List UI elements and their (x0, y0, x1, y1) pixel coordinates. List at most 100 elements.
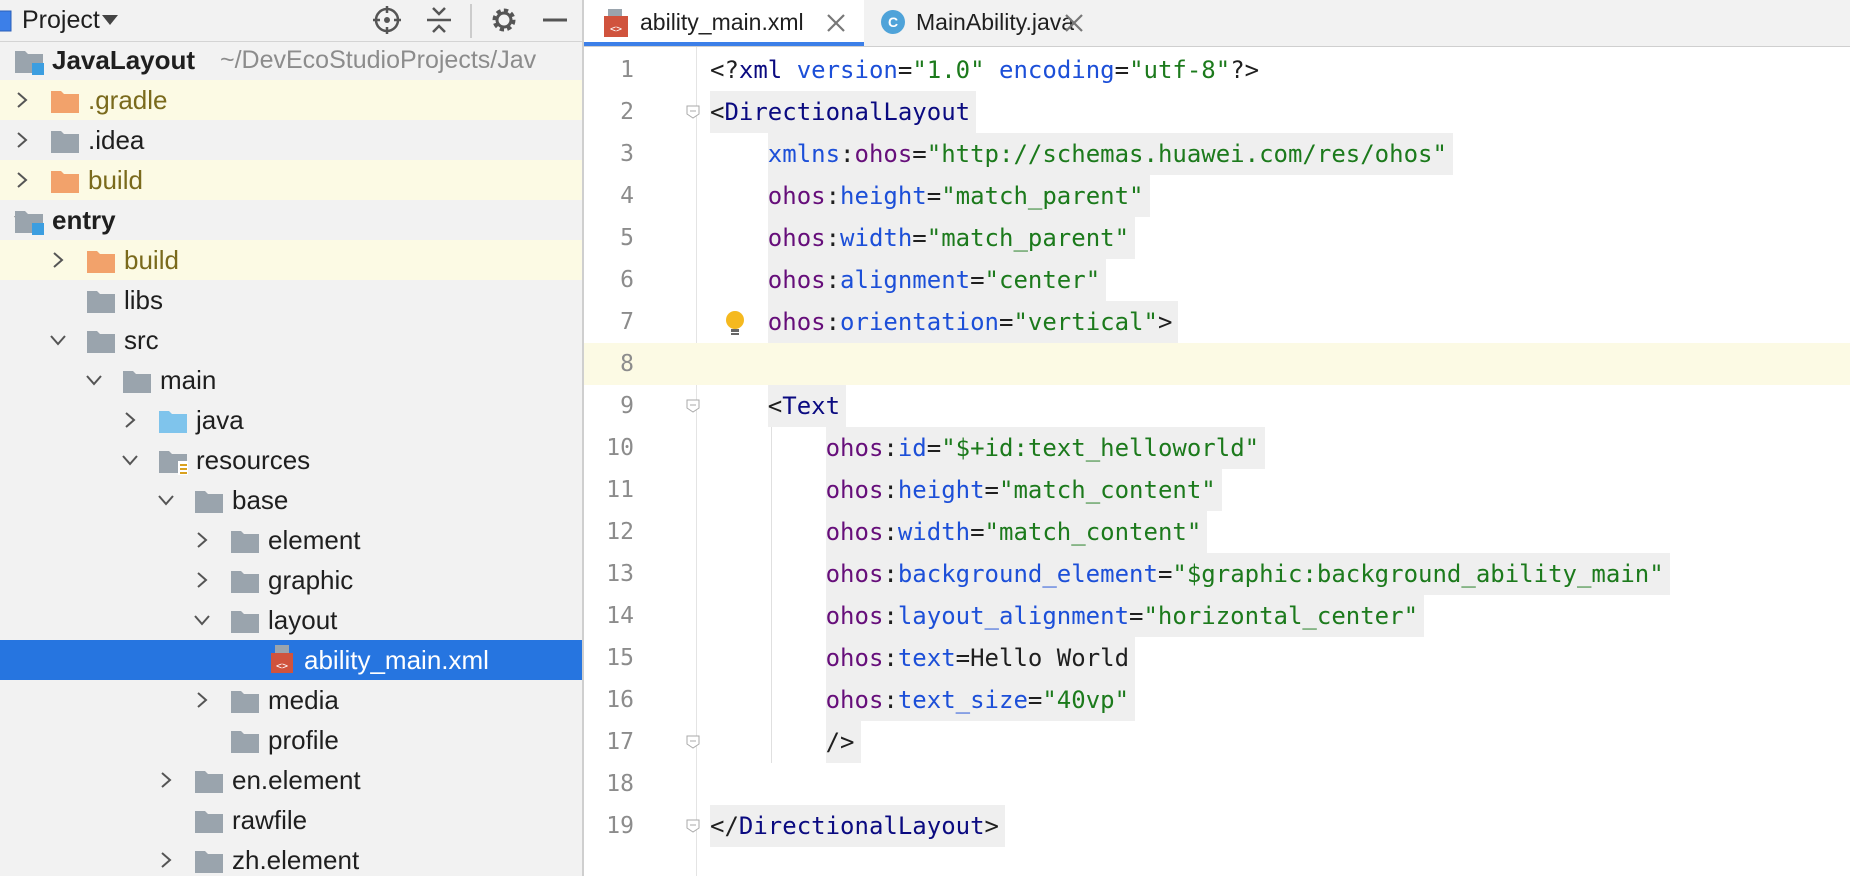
code-token: "center" (984, 266, 1101, 294)
chevron-right-icon[interactable] (119, 409, 141, 431)
tree-item-resources[interactable]: resources (0, 440, 582, 480)
code-token: Hello World (970, 644, 1130, 672)
fold-marker-icon[interactable] (686, 735, 700, 749)
close-icon[interactable] (826, 13, 846, 33)
chevron-right-icon[interactable] (47, 249, 69, 271)
tree-item-build[interactable]: build (0, 160, 582, 200)
fold-marker-icon[interactable] (686, 399, 700, 413)
code-token: < (767, 392, 783, 420)
tab-ability-main-xml[interactable]: <> ability_main.xml (584, 0, 864, 46)
fold-marker-icon[interactable] (686, 819, 700, 833)
project-panel-title[interactable]: Project (22, 6, 100, 35)
chevron-down-icon[interactable] (191, 609, 213, 631)
code-token: "$graphic:background_ability_main" (1172, 560, 1664, 588)
code-token: = (912, 140, 927, 168)
module-folder-icon (14, 49, 44, 75)
chevron-down-icon[interactable] (155, 489, 177, 511)
code-token: orientation (840, 308, 999, 336)
code-line: ohos:height="match_content" (825, 469, 1222, 511)
tree-item-label: resources (196, 445, 311, 475)
xml-file-icon: <> (604, 9, 628, 37)
tree-item-zh-element[interactable]: zh.element (0, 840, 582, 876)
close-icon[interactable] (1064, 13, 1084, 33)
tree-item-main[interactable]: main (0, 360, 582, 400)
code-token: DirectionalLayout (724, 98, 971, 126)
tree-item-profile[interactable]: profile (0, 720, 582, 760)
code-token: width (897, 518, 971, 546)
fold-marker-icon[interactable] (686, 105, 700, 119)
minimize-icon[interactable] (541, 5, 569, 35)
chevron-right-icon[interactable] (191, 689, 213, 711)
chevron-right-icon[interactable] (11, 129, 33, 151)
tree-item-javalayout[interactable]: JavaLayout ~/DevEcoStudioProjects/Jav (0, 40, 582, 80)
tree-item-media[interactable]: media (0, 680, 582, 720)
code-token: : (825, 224, 841, 252)
tree-item-label: profile (268, 725, 339, 755)
line-number: 17 (606, 729, 634, 755)
tree-item-graphic[interactable]: graphic (0, 560, 582, 600)
header-separator (470, 4, 472, 38)
resources-folder-icon (158, 449, 188, 475)
tree-item-label: .idea (88, 125, 145, 155)
chevron-down-icon[interactable] (119, 449, 141, 471)
chevron-right-icon[interactable] (11, 169, 33, 191)
tree-item-ability-main-xml[interactable]: <> ability_main.xml (0, 640, 582, 680)
collapse-all-icon[interactable] (425, 5, 453, 35)
code-token: ohos (767, 182, 826, 210)
tree-item-idea[interactable]: .idea (0, 120, 582, 160)
line-number: 2 (620, 99, 634, 125)
tree-item-libs[interactable]: libs (0, 280, 582, 320)
code-token: = (926, 182, 942, 210)
code-token: "match_content" (999, 476, 1216, 504)
dropdown-triangle-icon[interactable] (101, 14, 119, 26)
chevron-right-icon[interactable] (191, 529, 213, 551)
intention-bulb-icon[interactable] (724, 310, 746, 340)
tree-item-label: ability_main.xml (304, 645, 489, 675)
gear-icon[interactable] (489, 5, 519, 35)
tree-item-label: src (124, 325, 159, 355)
chevron-right-icon[interactable] (11, 89, 33, 111)
tree-item-build[interactable]: build (0, 240, 582, 280)
folder-icon (230, 529, 260, 553)
code-token: Text (782, 392, 841, 420)
chevron-right-icon[interactable] (155, 769, 177, 791)
code-token: "1.0" (912, 56, 985, 84)
tree-item-label: zh.element (232, 845, 360, 875)
tree-item-label: entry (52, 205, 116, 235)
tree-item-label: main (160, 365, 217, 395)
tree-item-java[interactable]: java (0, 400, 582, 440)
locate-file-icon[interactable] (372, 5, 402, 35)
code-line: ohos:layout_alignment="horizontal_center… (825, 595, 1425, 637)
project-path: ~/DevEcoStudioProjects/Jav (220, 46, 537, 74)
chevron-down-icon[interactable] (83, 369, 105, 391)
code-token: ohos (825, 644, 884, 672)
code-line: /> (825, 721, 861, 763)
code-token: layout_alignment (897, 602, 1130, 630)
project-panel: Project JavaLayout ~/DevEcoStudioProjects… (0, 0, 582, 876)
tree-item-label: base (232, 485, 289, 515)
chevron-down-icon[interactable] (47, 329, 69, 351)
chevron-right-icon[interactable] (191, 569, 213, 591)
code-line: ohos:width="match_content" (825, 511, 1208, 553)
tab-main-ability-java[interactable]: C MainAbility.java (866, 0, 1096, 46)
chevron-right-icon[interactable] (155, 849, 177, 871)
code-token: ohos (825, 476, 884, 504)
code-token: width (840, 224, 913, 252)
code-token: ohos (767, 308, 826, 336)
code-token: : (883, 644, 898, 672)
tree-item-element[interactable]: element (0, 520, 582, 560)
tree-item-rawfile[interactable]: rawfile (0, 800, 582, 840)
tree-item-en-element[interactable]: en.element (0, 760, 582, 800)
code-token: : (883, 476, 898, 504)
tree-item-base[interactable]: base (0, 480, 582, 520)
code-token: ohos (825, 518, 884, 546)
tree-item-src[interactable]: src (0, 320, 582, 360)
code-token: : (883, 686, 898, 714)
tree-item-gradle[interactable]: .gradle (0, 80, 582, 120)
tree-item-layout[interactable]: layout (0, 600, 582, 640)
code-token: : (840, 140, 855, 168)
line-number: 4 (620, 183, 634, 209)
tree-item-entry[interactable]: entry (0, 200, 582, 240)
line-number: 13 (606, 561, 634, 587)
folder-icon (194, 489, 224, 513)
